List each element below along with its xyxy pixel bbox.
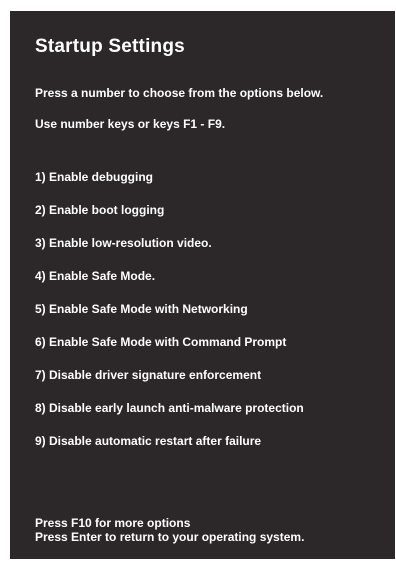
option-disable-driver-signature[interactable]: 7) Disable driver signature enforcement: [35, 368, 261, 382]
option-disable-early-launch-antimalware[interactable]: 8) Disable early launch anti-malware pro…: [35, 401, 304, 415]
option-enable-boot-logging[interactable]: 2) Enable boot logging: [35, 203, 164, 217]
startup-settings-screen: Startup Settings Press a number to choos…: [10, 11, 395, 559]
footer: Press F10 for more options Press Enter t…: [35, 516, 304, 544]
instruction-choose-option: Press a number to choose from the option…: [35, 86, 324, 100]
page-title: Startup Settings: [35, 36, 185, 57]
option-safe-mode-networking[interactable]: 5) Enable Safe Mode with Networking: [35, 302, 248, 316]
footer-more-options[interactable]: Press F10 for more options: [35, 516, 304, 530]
option-enable-low-resolution-video[interactable]: 3) Enable low-resolution video.: [35, 236, 212, 250]
footer-return-to-os[interactable]: Press Enter to return to your operating …: [35, 530, 304, 544]
option-disable-automatic-restart[interactable]: 9) Disable automatic restart after failu…: [35, 434, 261, 448]
instruction-keys: Use number keys or keys F1 - F9.: [35, 117, 226, 131]
option-enable-debugging[interactable]: 1) Enable debugging: [35, 170, 153, 184]
option-enable-safe-mode[interactable]: 4) Enable Safe Mode.: [35, 269, 155, 283]
option-safe-mode-command-prompt[interactable]: 6) Enable Safe Mode with Command Prompt: [35, 335, 286, 349]
